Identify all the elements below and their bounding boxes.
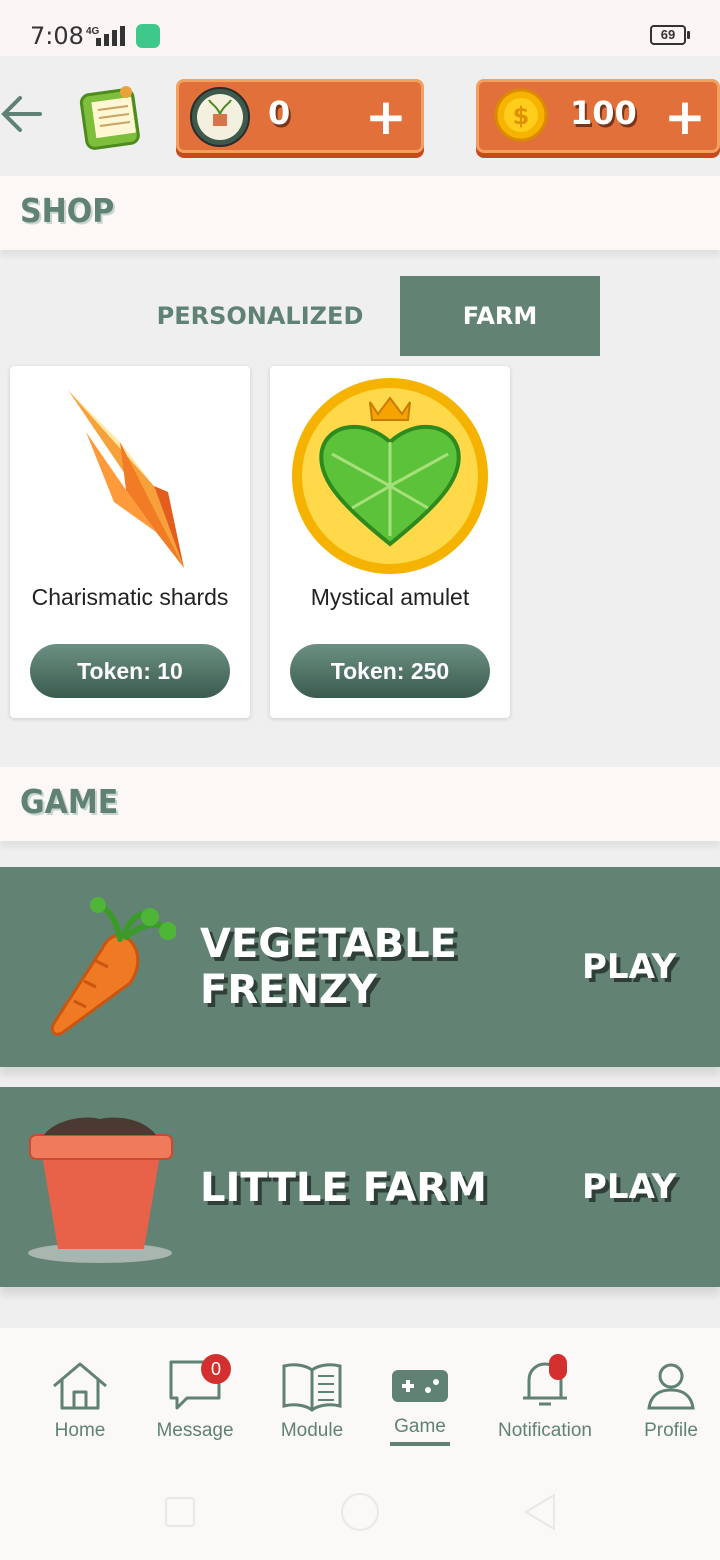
recents-icon[interactable] bbox=[165, 1497, 195, 1527]
play-button[interactable]: PLAY bbox=[582, 1167, 676, 1207]
app-notification-icon bbox=[136, 24, 160, 48]
add-token-button[interactable]: + bbox=[365, 92, 407, 142]
nav-label: Profile bbox=[644, 1420, 698, 1441]
coin-count: 100 bbox=[570, 94, 637, 132]
shop-title: SHOP bbox=[20, 192, 115, 231]
nav-label: Notification bbox=[498, 1420, 592, 1441]
nav-home[interactable]: Home bbox=[20, 1360, 140, 1441]
game-title-line: VEGETABLE bbox=[200, 921, 457, 967]
back-arrow-icon[interactable] bbox=[0, 92, 44, 136]
nav-label: Home bbox=[54, 1420, 106, 1441]
buy-button[interactable]: Token: 250 bbox=[290, 644, 490, 698]
svg-text:$: $ bbox=[513, 102, 530, 130]
game-little-farm[interactable]: LITTLE FARM PLAY bbox=[0, 1087, 720, 1287]
game-vegetable-frenzy[interactable]: VEGETABLE FRENZY PLAY bbox=[0, 867, 720, 1067]
add-coin-button[interactable]: + bbox=[664, 92, 706, 142]
active-tab-indicator bbox=[390, 1442, 450, 1446]
book-icon bbox=[282, 1363, 342, 1412]
message-badge: 0 bbox=[201, 1354, 231, 1384]
token-count: 0 bbox=[268, 94, 291, 132]
nav-notification[interactable]: Notification bbox=[485, 1354, 605, 1441]
item-name: Mystical amulet bbox=[310, 584, 470, 610]
nav-message[interactable]: 0 Message bbox=[135, 1354, 255, 1441]
quest-notes-icon[interactable] bbox=[78, 80, 148, 150]
amulet-icon bbox=[292, 378, 488, 574]
shop-item-card[interactable]: Mystical amulet Token: 250 bbox=[270, 366, 510, 718]
token-icon bbox=[190, 87, 250, 147]
buy-button[interactable]: Token: 10 bbox=[30, 644, 230, 698]
battery-icon: 69 bbox=[650, 25, 686, 45]
nav-label: Module bbox=[280, 1420, 344, 1441]
battery-tip bbox=[687, 31, 690, 39]
game-title-line: LITTLE FARM bbox=[200, 1165, 487, 1211]
home-system-icon[interactable] bbox=[341, 1493, 379, 1531]
game-title-line: FRENZY bbox=[200, 967, 377, 1013]
flower-pot-icon bbox=[28, 1117, 173, 1263]
nav-module[interactable]: Module bbox=[252, 1360, 372, 1441]
crystal-shard-icon bbox=[68, 390, 184, 568]
item-name: Charismatic shards bbox=[31, 584, 229, 610]
carrot-icon bbox=[50, 897, 176, 1036]
shop-item-card[interactable]: Charismatic shards Token: 10 bbox=[10, 366, 250, 718]
nav-label: Message bbox=[156, 1420, 234, 1441]
tab-farm[interactable]: FARM bbox=[400, 276, 600, 356]
play-button[interactable]: PLAY bbox=[582, 947, 676, 987]
game-title: GAME bbox=[20, 783, 119, 822]
signal-icon bbox=[96, 26, 125, 46]
nav-label: Game bbox=[394, 1416, 446, 1437]
back-system-icon[interactable] bbox=[522, 1493, 558, 1531]
status-time: 7:08 bbox=[30, 22, 84, 50]
coin-icon: $ bbox=[494, 88, 548, 142]
gamepad-icon bbox=[392, 1370, 448, 1402]
nav-profile[interactable]: Profile bbox=[611, 1360, 720, 1441]
tab-personalized[interactable]: PERSONALIZED bbox=[120, 276, 400, 356]
bell-icon bbox=[523, 1354, 567, 1406]
home-icon bbox=[53, 1362, 107, 1410]
person-icon bbox=[647, 1363, 695, 1410]
nav-game[interactable]: Game bbox=[360, 1360, 480, 1446]
